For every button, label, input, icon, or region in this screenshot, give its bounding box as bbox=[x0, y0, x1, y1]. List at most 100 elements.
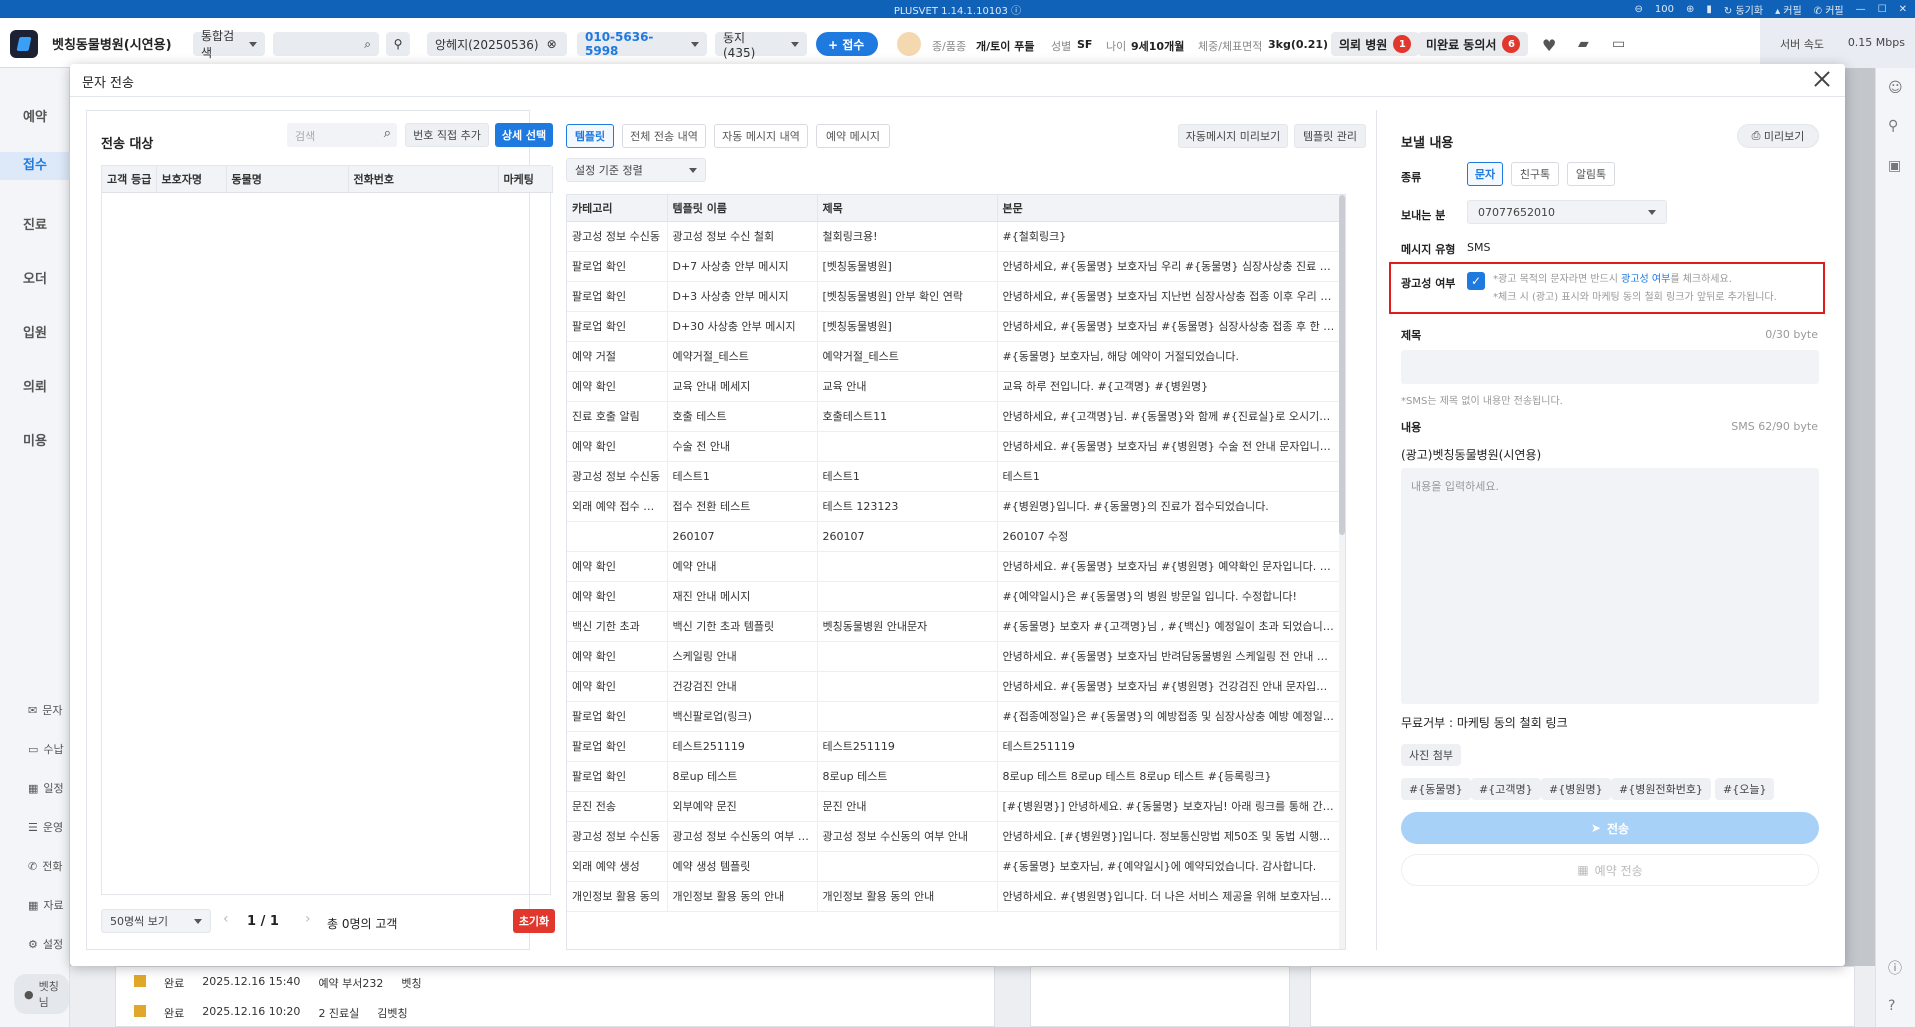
attach-photo-button[interactable]: 사진 첨부 bbox=[1401, 744, 1461, 766]
nav-item-data[interactable]: ▦ 자료 bbox=[28, 897, 64, 913]
nav-item-sms[interactable]: ✉ 문자 bbox=[28, 702, 62, 718]
scrollbar[interactable] bbox=[1339, 195, 1345, 949]
var-chip-pet[interactable]: #{동물명} bbox=[1401, 778, 1471, 800]
add-number-button[interactable]: 번호 직접 추가 bbox=[405, 123, 489, 147]
auto-message-preview-button[interactable]: 자동메시지 미리보기 bbox=[1178, 124, 1288, 148]
plus-icon[interactable]: ⊕ bbox=[1686, 4, 1694, 15]
table-row[interactable]: 예약 확인 건강검진 안내 안녕하세요. #{동물명} 보호자님 #{병원명} 건강… bbox=[567, 671, 1342, 702]
reader-button[interactable]: ▴ 커필 bbox=[1775, 2, 1802, 17]
table-row[interactable]: 팔로업 확인 D+7 사상충 안부 메시지 [벳칭동물병원] 안녕하세요, #{동물명… bbox=[567, 251, 1342, 282]
phone-select[interactable]: 010-5636-5998 bbox=[577, 30, 707, 58]
nav-item-operation[interactable]: ☰ 운영 bbox=[28, 819, 63, 835]
table-row[interactable]: 팔로업 확인 D+30 사상충 안부 메시지 [벳칭동물병원] 안녕하세요, #{동물… bbox=[567, 311, 1342, 342]
subject-input[interactable] bbox=[1401, 350, 1819, 384]
info-icon[interactable]: ⓘ bbox=[1888, 958, 1902, 978]
register-button[interactable]: + 접수 bbox=[816, 32, 878, 56]
person-icon[interactable]: ☺ bbox=[1888, 80, 1903, 96]
pending-consent-button[interactable]: 미완료 동의서 6 bbox=[1418, 32, 1529, 56]
page-size-select[interactable]: 50명씩 보기 bbox=[101, 909, 211, 933]
sort-select[interactable]: 설정 기준 정렬 bbox=[566, 158, 706, 182]
column-header[interactable]: 템플릿 이름 bbox=[667, 195, 818, 222]
next-page-icon[interactable]: › bbox=[305, 911, 311, 927]
column-header[interactable]: 고객 등급 bbox=[102, 166, 157, 193]
table-row[interactable]: 백신 기한 초과 백신 기한 초과 템플릿 벳칭동물병원 안내문자 #{동물명} 보호… bbox=[567, 611, 1342, 642]
detail-select-button[interactable]: 상세 선택 bbox=[495, 123, 553, 147]
column-header[interactable]: 마케팅 bbox=[498, 166, 553, 193]
send-button[interactable]: ➤ 전송 bbox=[1401, 812, 1819, 844]
column-header[interactable]: 동물명 bbox=[226, 166, 349, 193]
table-row[interactable]: 팔로업 확인 8로up 테스트 8로up 테스트 8로up 테스트 8로up 테스트 … bbox=[567, 761, 1342, 792]
ad-hint-link[interactable]: 광고성 여부 bbox=[1621, 274, 1670, 285]
nav-item-order[interactable]: 오더 bbox=[0, 268, 70, 287]
table-row[interactable]: 광고성 정보 수신동 테스트1 테스트1 테스트1 bbox=[567, 461, 1342, 492]
tab-all-history[interactable]: 전체 전송 내역 bbox=[622, 124, 706, 148]
global-search-input[interactable]: ⌕ bbox=[273, 32, 379, 56]
card-icon[interactable]: ▭ bbox=[1612, 36, 1625, 52]
tab-reserved[interactable]: 예약 메시지 bbox=[816, 124, 890, 148]
table-row[interactable]: 광고성 정보 수신동 광고성 정보 수신동의 여부 안내 광고성 정보 수신동의 여… bbox=[567, 821, 1342, 852]
type-sms[interactable]: 문자 bbox=[1467, 162, 1503, 186]
nav-item-reservation[interactable]: 예약 bbox=[0, 106, 70, 125]
folder-icon[interactable]: ▰ bbox=[1578, 36, 1589, 52]
user-profile[interactable]: ● 벳칭님 bbox=[14, 974, 69, 1014]
table-row[interactable]: 팔로업 확인 테스트251119 테스트251119 테스트251119 bbox=[567, 731, 1342, 762]
sender-select[interactable]: 07077652010 bbox=[1467, 200, 1667, 224]
prev-page-icon[interactable]: ‹ bbox=[223, 911, 229, 927]
var-chip-customer[interactable]: #{고객명} bbox=[1471, 778, 1541, 800]
table-row[interactable]: 예약 확인 스케일링 안내 안녕하세요. #{동물명} 보호자님 반려담동물병원 스… bbox=[567, 641, 1342, 672]
table-row[interactable]: 예약 거절 예약거절_테스트 예약거절_테스트 #{동물명} 보호자님, 해당 예약이… bbox=[567, 341, 1342, 372]
tab-template[interactable]: 템플릿 bbox=[566, 124, 614, 148]
table-row[interactable]: 팔로업 확인 D+3 사상충 안부 메시지 [벳칭동물병원] 안부 확인 연락 안녕하… bbox=[567, 281, 1342, 312]
table-row[interactable]: 외래 예약 생성 예약 생성 템플릿 #{동물명} 보호자님, #{예약일시}에 예… bbox=[567, 851, 1342, 882]
chat-icon[interactable]: ▣ bbox=[1888, 158, 1901, 174]
call-button[interactable]: ✆ 커필 bbox=[1814, 2, 1844, 17]
table-row[interactable]: 광고성 정보 수신동 광고성 정보 수신 철회 철회링크용! #{철회링크} bbox=[567, 221, 1342, 252]
var-chip-hospital-phone[interactable]: #{병원전화번호} bbox=[1611, 778, 1711, 800]
ad-checkbox[interactable]: ✓ bbox=[1467, 272, 1485, 290]
nav-item-admission[interactable]: 입원 bbox=[0, 322, 70, 341]
nav-item-payment[interactable]: ▭ 수납 bbox=[28, 741, 64, 757]
sync-button[interactable]: ↻ 동기화 bbox=[1724, 2, 1763, 17]
patient-chip[interactable]: 앙헤지(20250536) ⊗ bbox=[427, 32, 567, 56]
column-header[interactable]: 전화번호 bbox=[348, 166, 499, 193]
table-row[interactable]: 진료 호출 알림 호출 테스트 호출테스트11 안녕하세요, #{고객명}님. #{동… bbox=[567, 401, 1342, 432]
nav-item-settings[interactable]: ⚙ 설정 bbox=[28, 936, 63, 952]
type-friendtalk[interactable]: 친구톡 bbox=[1511, 162, 1559, 186]
nav-item-referral[interactable]: 의뢰 bbox=[0, 376, 70, 395]
recipient-search-input[interactable]: 검색 ⌕ bbox=[287, 123, 397, 147]
patient-search-button[interactable]: ⚲ bbox=[386, 32, 410, 56]
maximize-icon[interactable]: ☐ bbox=[1878, 4, 1887, 15]
reset-button[interactable]: 초기화 bbox=[513, 909, 555, 933]
type-alimtalk[interactable]: 알림톡 bbox=[1567, 162, 1615, 186]
referral-hospital-button[interactable]: 의뢰 병원 1 bbox=[1331, 32, 1420, 56]
table-row[interactable]: 개인정보 활용 동의 개인정보 활용 동의 안내 개인정보 활용 동의 안내 안녕하세… bbox=[567, 881, 1342, 912]
window-close-icon[interactable]: ✕ bbox=[1899, 4, 1907, 15]
table-row[interactable]: 외래 예약 접수 전환 접수 전환 테스트 테스트 123123 #{병원명}입니다.… bbox=[567, 491, 1342, 522]
template-manage-button[interactable]: 템플릿 관리 bbox=[1294, 124, 1366, 148]
var-chip-today[interactable]: #{오늘} bbox=[1715, 778, 1775, 800]
table-row[interactable]: 예약 확인 교육 안내 메세지 교육 안내 교육 하루 전입니다. #{고객명} #{… bbox=[567, 371, 1342, 402]
owner-select[interactable]: 동지(435) bbox=[715, 31, 807, 60]
nav-item-phone[interactable]: ✆ 전화 bbox=[28, 858, 62, 874]
preview-button[interactable]: ⎙ 미리보기 bbox=[1737, 124, 1819, 148]
content-textarea[interactable]: 내용을 입력하세요. bbox=[1401, 468, 1819, 704]
nav-item-schedule[interactable]: ▦ 일정 bbox=[28, 780, 64, 796]
nav-item-grooming[interactable]: 미용 bbox=[0, 430, 70, 449]
table-row[interactable]: 문진 전송 외부예약 문진 문진 안내 [#{병원명}] 안녕하세요. #{동물명} … bbox=[567, 791, 1342, 822]
table-row[interactable]: 완료 2025.12.16 15:40 예약 부서232 벳칭 bbox=[134, 975, 422, 991]
info-icon[interactable]: ⓘ bbox=[1011, 6, 1021, 17]
help-icon[interactable]: ? bbox=[1888, 998, 1895, 1014]
table-row[interactable]: 완료 2025.12.16 10:20 2 진료실 김벳칭 bbox=[134, 1005, 408, 1021]
table-row[interactable]: 260107 260107 260107 수정 bbox=[567, 521, 1342, 552]
heart-icon[interactable]: ♥ bbox=[1542, 36, 1556, 55]
tab-auto-history[interactable]: 자동 메시지 내역 bbox=[714, 124, 808, 148]
table-row[interactable]: 예약 확인 수술 전 안내 안녕하세요. #{동물명} 보호자님 #{병원명} 수술… bbox=[567, 431, 1342, 462]
var-chip-hospital[interactable]: #{병원명} bbox=[1541, 778, 1611, 800]
reserve-send-button[interactable]: ▦ 예약 전송 bbox=[1401, 854, 1819, 886]
table-row[interactable]: 팔로업 확인 백신팔로업(링크) #{접종예정일}은 #{동물명}의 예방접종 및 … bbox=[567, 701, 1342, 732]
minimize-icon[interactable]: — bbox=[1856, 4, 1866, 15]
column-header[interactable]: 본문 bbox=[997, 195, 1342, 222]
nav-item-treatment[interactable]: 진료 bbox=[0, 214, 70, 233]
column-header[interactable]: 제목 bbox=[817, 195, 998, 222]
close-icon[interactable] bbox=[1811, 68, 1833, 90]
